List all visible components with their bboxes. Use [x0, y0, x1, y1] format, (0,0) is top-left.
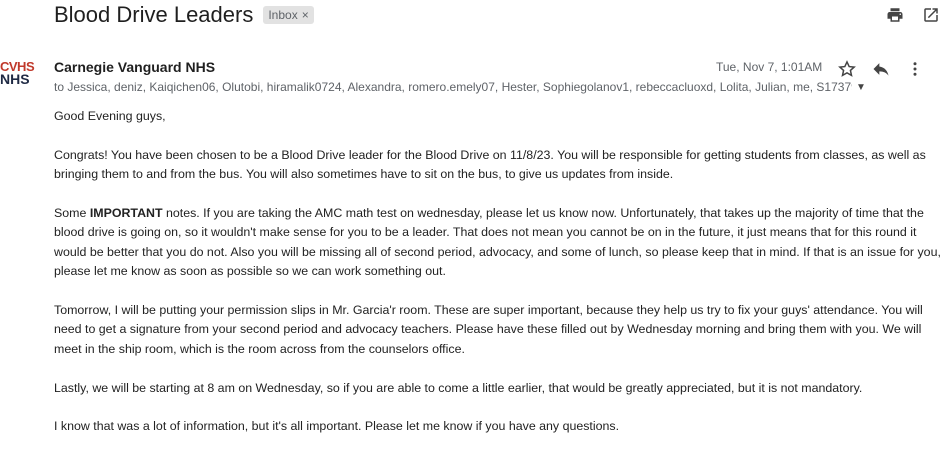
email-body: Good Evening guys, Congrats! You have be…: [54, 107, 944, 456]
print-icon[interactable]: [884, 4, 906, 26]
sender-avatar: CVHS NHS: [0, 60, 40, 100]
para2-prefix: Some: [54, 206, 90, 220]
label-text: Inbox: [268, 8, 298, 22]
inbox-label-chip[interactable]: Inbox ×: [263, 6, 314, 24]
more-vert-icon[interactable]: [904, 58, 926, 80]
important-word: IMPORTANT: [89, 206, 163, 220]
para2-rest: notes. If you are taking the AMC math te…: [54, 206, 941, 279]
message-actions: [836, 58, 926, 80]
greeting: Good Evening guys,: [54, 109, 166, 123]
paragraph-5: I know that was a lot of information, bu…: [54, 419, 620, 434]
star-icon[interactable]: [836, 58, 858, 80]
subject-row: Blood Drive Leaders Inbox ×: [54, 0, 314, 30]
email-date: Tue, Nov 7, 1:01AM: [716, 60, 823, 74]
remove-label-icon[interactable]: ×: [302, 8, 309, 22]
thread-actions: [884, 4, 942, 26]
paragraph-1: Congrats! You have been chosen to be a B…: [54, 147, 926, 182]
paragraph-4: Lastly, we will be starting at 8 am on W…: [54, 380, 863, 395]
email-subject: Blood Drive Leaders: [54, 2, 254, 27]
open-in-new-window-icon[interactable]: [920, 4, 942, 26]
paragraph-2: Some IMPORTANT notes. If you are taking …: [54, 204, 944, 282]
paragraph-3: Tomorrow, I will be putting your permiss…: [54, 303, 923, 356]
recipients-text: to Jessica, deniz, Kaiqichen06, Olutobi,…: [54, 80, 852, 94]
reply-icon[interactable]: [870, 58, 892, 80]
expand-details-icon[interactable]: ▼: [856, 82, 866, 93]
recipients-line: to Jessica, deniz, Kaiqichen06, Olutobi,…: [54, 80, 874, 94]
sender-name[interactable]: Carnegie Vanguard NHS: [54, 59, 215, 75]
avatar-line2: NHS: [0, 71, 30, 87]
